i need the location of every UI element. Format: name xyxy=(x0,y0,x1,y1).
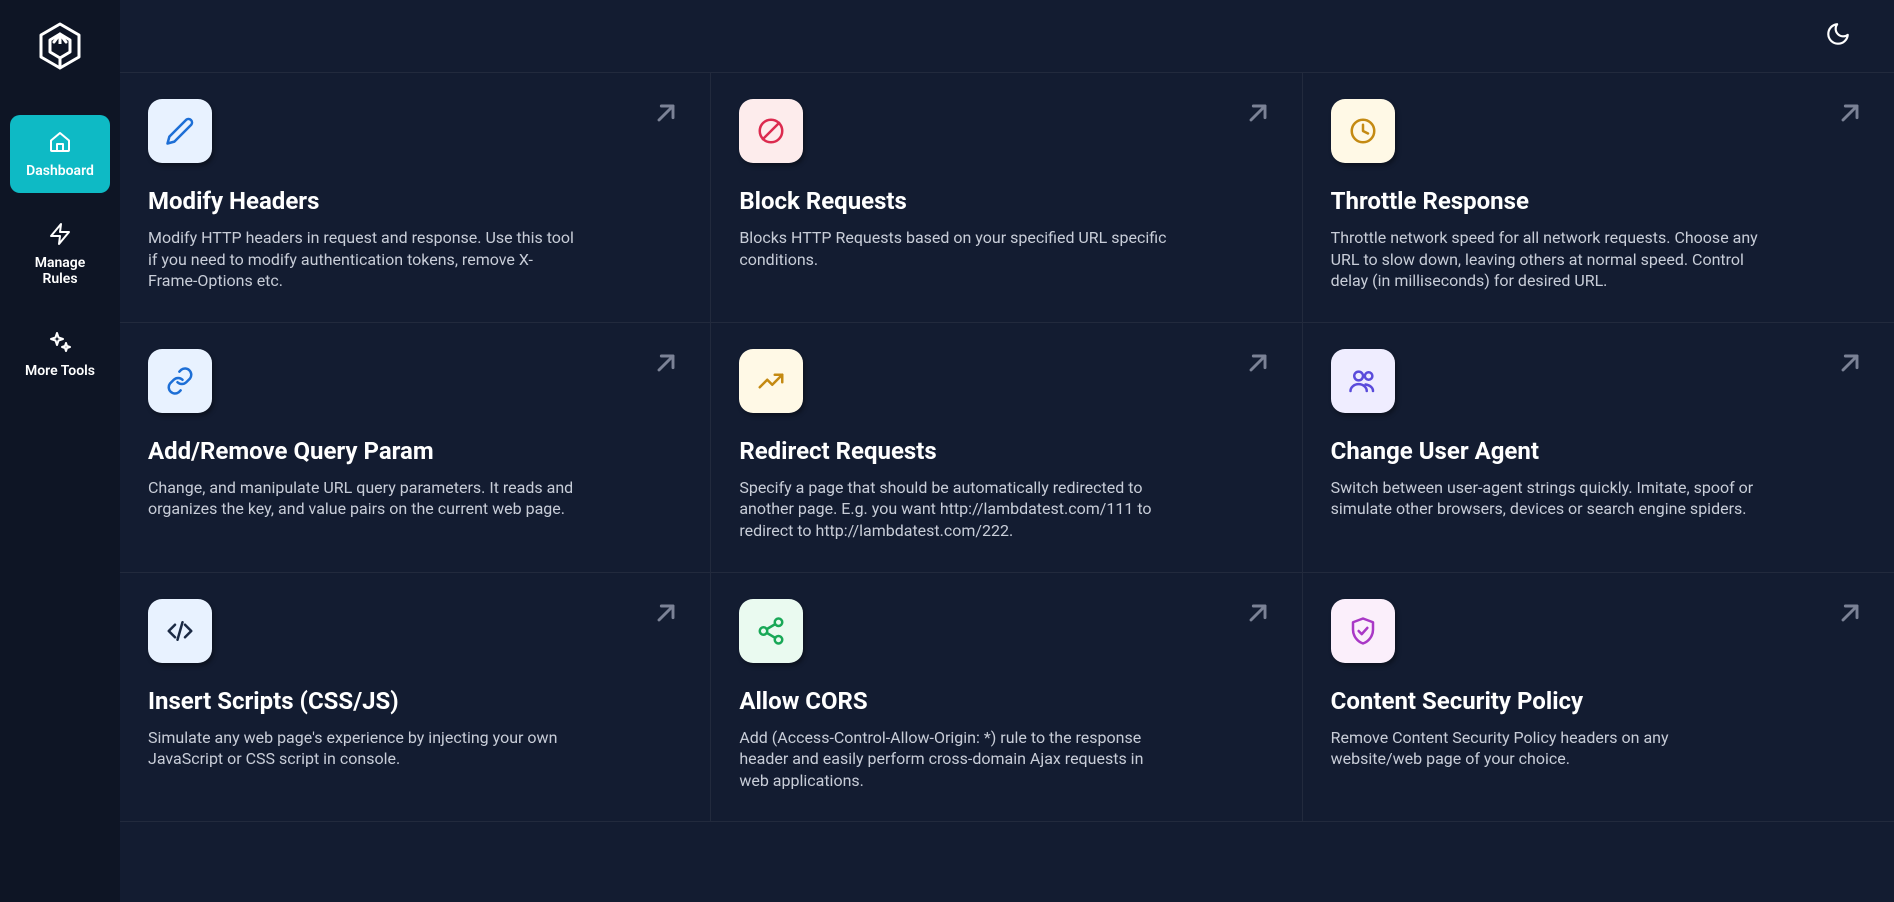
sidebar-item-label: Dashboard xyxy=(26,163,94,179)
card-redirect-requests[interactable]: Redirect Requests Specify a page that sh… xyxy=(711,323,1302,573)
card-modify-headers[interactable]: Modify Headers Modify HTTP headers in re… xyxy=(120,73,711,323)
arrow-up-right-icon xyxy=(652,349,682,379)
card-title: Content Security Policy xyxy=(1331,687,1866,715)
card-description: Throttle network speed for all network r… xyxy=(1331,227,1761,292)
card-block-requests[interactable]: Block Requests Blocks HTTP Requests base… xyxy=(711,73,1302,323)
card-description: Change, and manipulate URL query paramet… xyxy=(148,477,578,520)
card-description: Blocks HTTP Requests based on your speci… xyxy=(739,227,1169,270)
card-title: Block Requests xyxy=(739,187,1273,215)
cards-grid: Modify Headers Modify HTTP headers in re… xyxy=(120,72,1894,822)
card-title: Throttle Response xyxy=(1331,187,1866,215)
link-icon xyxy=(148,349,212,413)
arrow-up-right-icon xyxy=(652,99,682,129)
app-logo xyxy=(35,10,85,85)
card-allow-cors[interactable]: Allow CORS Add (Access-Control-Allow-Ori… xyxy=(711,573,1302,823)
arrow-up-right-icon xyxy=(1836,599,1866,629)
card-user-agent[interactable]: Change User Agent Switch between user-ag… xyxy=(1303,323,1894,573)
card-description: Remove Content Security Policy headers o… xyxy=(1331,727,1761,770)
arrow-up-right-icon xyxy=(1244,99,1274,129)
arrow-up-right-icon xyxy=(1836,99,1866,129)
card-insert-scripts[interactable]: Insert Scripts (CSS/JS) Simulate any web… xyxy=(120,573,711,823)
home-icon xyxy=(47,129,73,155)
card-description: Specify a page that should be automatica… xyxy=(739,477,1169,542)
pencil-icon xyxy=(148,99,212,163)
topbar xyxy=(120,0,1894,72)
card-title: Insert Scripts (CSS/JS) xyxy=(148,687,682,715)
sidebar-item-manage-rules[interactable]: Manage Rules xyxy=(10,207,110,301)
trending-up-icon xyxy=(739,349,803,413)
bolt-icon xyxy=(47,221,73,247)
theme-toggle-button[interactable] xyxy=(1822,20,1854,52)
card-description: Modify HTTP headers in request and respo… xyxy=(148,227,578,292)
sidebar-item-more-tools[interactable]: More Tools xyxy=(10,315,110,393)
shield-check-icon xyxy=(1331,599,1395,663)
arrow-up-right-icon xyxy=(1244,599,1274,629)
users-icon xyxy=(1331,349,1395,413)
card-title: Add/Remove Query Param xyxy=(148,437,682,465)
card-description: Simulate any web page's experience by in… xyxy=(148,727,578,770)
card-throttle-response[interactable]: Throttle Response Throttle network speed… xyxy=(1303,73,1894,323)
main-content: Modify Headers Modify HTTP headers in re… xyxy=(120,0,1894,902)
sparkles-icon xyxy=(47,329,73,355)
sidebar-item-label: More Tools xyxy=(25,363,95,379)
moon-icon xyxy=(1825,21,1851,51)
arrow-up-right-icon xyxy=(1836,349,1866,379)
card-title: Allow CORS xyxy=(739,687,1273,715)
clock-icon xyxy=(1331,99,1395,163)
code-icon xyxy=(148,599,212,663)
card-title: Redirect Requests xyxy=(739,437,1273,465)
sidebar-item-dashboard[interactable]: Dashboard xyxy=(10,115,110,193)
block-icon xyxy=(739,99,803,163)
card-query-param[interactable]: Add/Remove Query Param Change, and manip… xyxy=(120,323,711,573)
card-title: Modify Headers xyxy=(148,187,682,215)
arrow-up-right-icon xyxy=(652,599,682,629)
arrow-up-right-icon xyxy=(1244,349,1274,379)
sidebar-item-label: Manage Rules xyxy=(16,255,104,287)
card-csp[interactable]: Content Security Policy Remove Content S… xyxy=(1303,573,1894,823)
sidebar: Dashboard Manage Rules More Tools xyxy=(0,0,120,902)
card-title: Change User Agent xyxy=(1331,437,1866,465)
share-icon xyxy=(739,599,803,663)
card-description: Add (Access-Control-Allow-Origin: *) rul… xyxy=(739,727,1169,792)
card-description: Switch between user-agent strings quickl… xyxy=(1331,477,1761,520)
